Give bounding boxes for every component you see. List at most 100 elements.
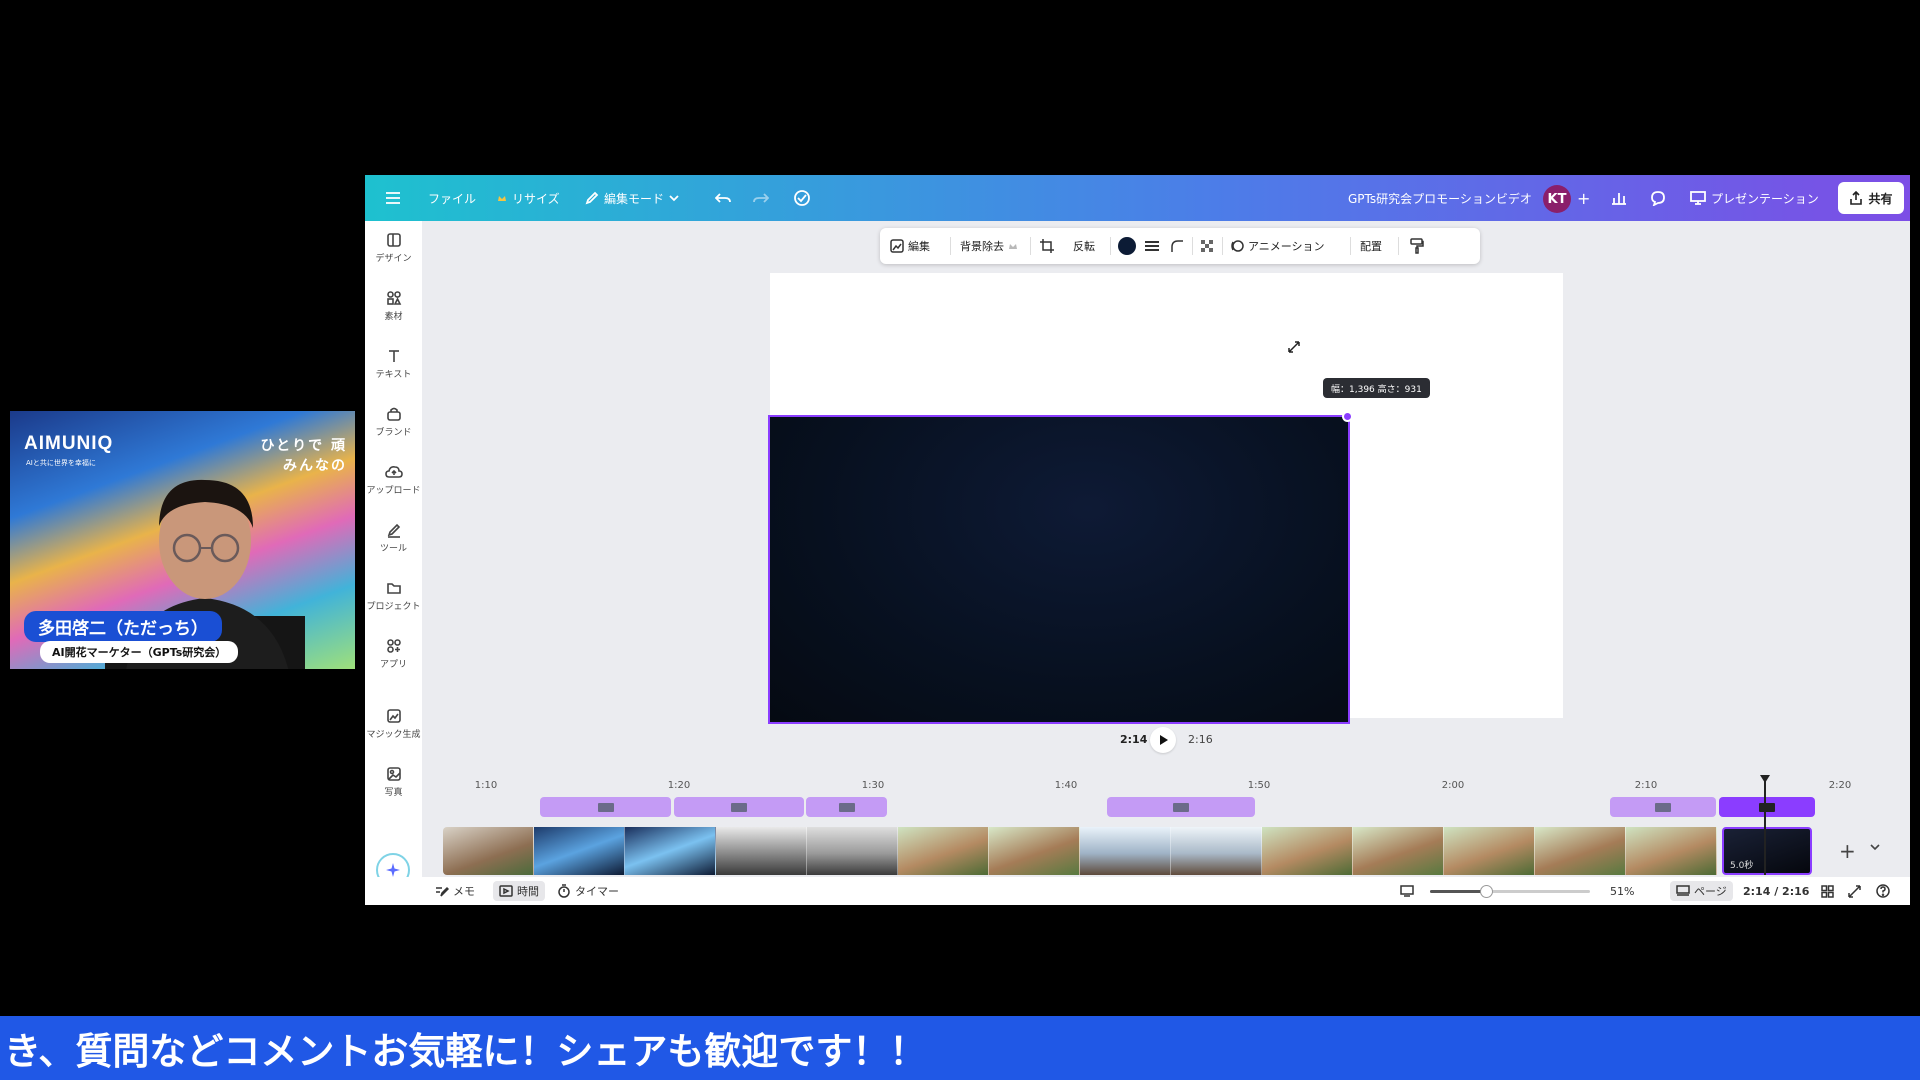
webcam-slogan-line1: ひとりで 頑 <box>260 438 347 454</box>
redo-icon <box>753 193 769 203</box>
sidebar-item-label: 素材 <box>384 312 403 322</box>
flip-button[interactable]: 反転 <box>1073 228 1095 264</box>
edit-mode-dropdown[interactable]: 編集モード <box>585 175 679 221</box>
hamburger-menu-button[interactable] <box>385 175 401 221</box>
fullscreen-button[interactable] <box>1848 877 1861 905</box>
clip-thumbnail[interactable] <box>1444 827 1535 875</box>
resize-handle[interactable] <box>1342 411 1353 422</box>
clip-thumbnail[interactable] <box>1080 827 1171 875</box>
crown-icon <box>1009 244 1017 249</box>
position-button[interactable]: 配置 <box>1360 228 1382 264</box>
project-title[interactable]: GPTs研究会プロモーションビデオ <box>1348 175 1532 221</box>
share-label: 共有 <box>1868 191 1893 206</box>
sidebar-item-apps[interactable]: アプリ <box>365 629 422 679</box>
invite-button[interactable]: + <box>1577 175 1590 221</box>
brand-kit-icon <box>386 407 401 421</box>
sidebar-item-elements[interactable]: 素材 <box>365 281 422 331</box>
clip-thumbnail[interactable] <box>534 827 625 875</box>
cloud-save-status[interactable] <box>793 175 811 221</box>
sidebar-item-tools[interactable]: ツール <box>365 513 422 563</box>
toolbar-divider <box>1110 237 1111 255</box>
add-page-button[interactable]: + <box>1839 839 1856 863</box>
insights-button[interactable] <box>1611 175 1627 221</box>
help-button[interactable] <box>1876 877 1890 905</box>
clip-thumbnail[interactable] <box>625 827 716 875</box>
clip-thumbnail[interactable] <box>443 827 534 875</box>
clip-thumbnail[interactable] <box>1171 827 1262 875</box>
project-title-label: GPTs研究会プロモーションビデオ <box>1348 191 1532 206</box>
bg-remover-button[interactable]: 背景除去 <box>960 228 1018 264</box>
ruler-tick-label: 1:30 <box>861 780 885 791</box>
file-menu-button[interactable]: ファイル <box>428 175 476 221</box>
bottom-bar: メモ 時間 タイマー 51% ページ 2:14 / 2:16 <box>365 877 1910 905</box>
edit-media-button[interactable]: 編集 <box>890 228 930 264</box>
comments-button[interactable] <box>1650 175 1666 221</box>
chevron-down-icon[interactable] <box>1869 842 1881 852</box>
duration-button[interactable]: 時間 <box>493 881 545 901</box>
clip-thumbnail[interactable] <box>1535 827 1626 875</box>
clip-thumb-icon <box>1655 802 1671 812</box>
zoom-level[interactable]: 51% <box>1610 877 1634 905</box>
grid-view-button[interactable] <box>1821 877 1834 905</box>
sidebar-item-label: プロジェクト <box>366 602 421 612</box>
sidebar-item-uploads[interactable]: アップロード <box>365 455 422 505</box>
selected-video-clip[interactable]: 5.0秒 <box>1722 827 1812 875</box>
sidebar-item-text[interactable]: テキスト <box>365 339 422 389</box>
share-button[interactable]: 共有 <box>1838 182 1904 214</box>
sidebar-item-label: アプリ <box>379 660 407 670</box>
editor-window: ファイル リサイズ 編集モード GPTs研究会プロモーションビデオ KT + プ… <box>365 175 1910 905</box>
redo-button[interactable] <box>753 175 769 221</box>
animate-label: アニメーション <box>1248 240 1325 253</box>
overlay-clip[interactable] <box>674 797 804 817</box>
expand-icon <box>1848 884 1861 898</box>
toolbar-divider <box>950 237 951 255</box>
sidebar-item-design[interactable]: デザイン <box>365 223 422 273</box>
play-button[interactable] <box>1150 727 1176 753</box>
zoom-slider[interactable] <box>1430 885 1590 898</box>
clip-thumbnail[interactable] <box>1262 827 1353 875</box>
ruler-tick-label: 1:20 <box>667 780 691 791</box>
border-style-button[interactable] <box>1144 228 1160 264</box>
clip-thumbnail[interactable] <box>898 827 989 875</box>
animate-button[interactable]: アニメーション <box>1230 228 1325 264</box>
zoom-slider-handle[interactable] <box>1480 885 1493 898</box>
overlay-clip[interactable] <box>540 797 671 817</box>
flip-label: 反転 <box>1073 240 1095 253</box>
clip-thumbnail[interactable] <box>1626 827 1717 875</box>
transparency-button[interactable] <box>1200 228 1214 264</box>
color-button[interactable] <box>1118 228 1136 264</box>
overlay-clip[interactable] <box>806 797 887 817</box>
clip-thumbnail[interactable] <box>989 827 1080 875</box>
clip-thumbnail[interactable] <box>716 827 807 875</box>
notes-button[interactable]: メモ <box>435 877 475 905</box>
shapes-icon <box>386 291 401 305</box>
resize-button[interactable]: リサイズ <box>497 175 560 221</box>
overlay-clip[interactable] <box>1107 797 1255 817</box>
pen-tool-icon <box>387 523 400 538</box>
grid-icon <box>1821 884 1834 898</box>
video-track[interactable] <box>443 827 1720 875</box>
border-lines-icon <box>1145 241 1159 251</box>
pages-button[interactable]: ページ <box>1670 881 1733 901</box>
timeline-ruler[interactable]: 1:10 1:20 1:30 1:40 1:50 2:00 2:10 2:20 <box>425 780 1895 794</box>
sidebar-item-photos[interactable]: 写真 <box>365 757 422 807</box>
present-button[interactable]: プレゼンテーション <box>1690 175 1819 221</box>
overlay-clip[interactable] <box>1610 797 1716 817</box>
copy-style-button[interactable] <box>1410 228 1424 264</box>
clip-thumbnail[interactable] <box>807 827 898 875</box>
current-time: 2:14 <box>1120 733 1148 746</box>
time-readout-label: 2:14 / 2:16 <box>1743 884 1810 898</box>
clip-thumbnail[interactable] <box>1353 827 1444 875</box>
playhead-line[interactable] <box>1764 777 1766 875</box>
undo-button[interactable] <box>715 175 731 221</box>
timer-button[interactable]: タイマー <box>557 877 619 905</box>
overlay-clip-selected[interactable] <box>1719 797 1815 817</box>
webcam-brand-logo: AIMUNIQ <box>24 433 114 454</box>
sidebar-item-brand[interactable]: ブランド <box>365 397 422 447</box>
sidebar-item-projects[interactable]: プロジェクト <box>365 571 422 621</box>
user-avatar[interactable]: KT <box>1543 185 1571 213</box>
crop-button[interactable] <box>1040 228 1054 264</box>
corner-rounding-button[interactable] <box>1170 228 1184 264</box>
selected-video-element[interactable] <box>768 415 1350 724</box>
zoom-fit-button[interactable] <box>1400 877 1414 905</box>
